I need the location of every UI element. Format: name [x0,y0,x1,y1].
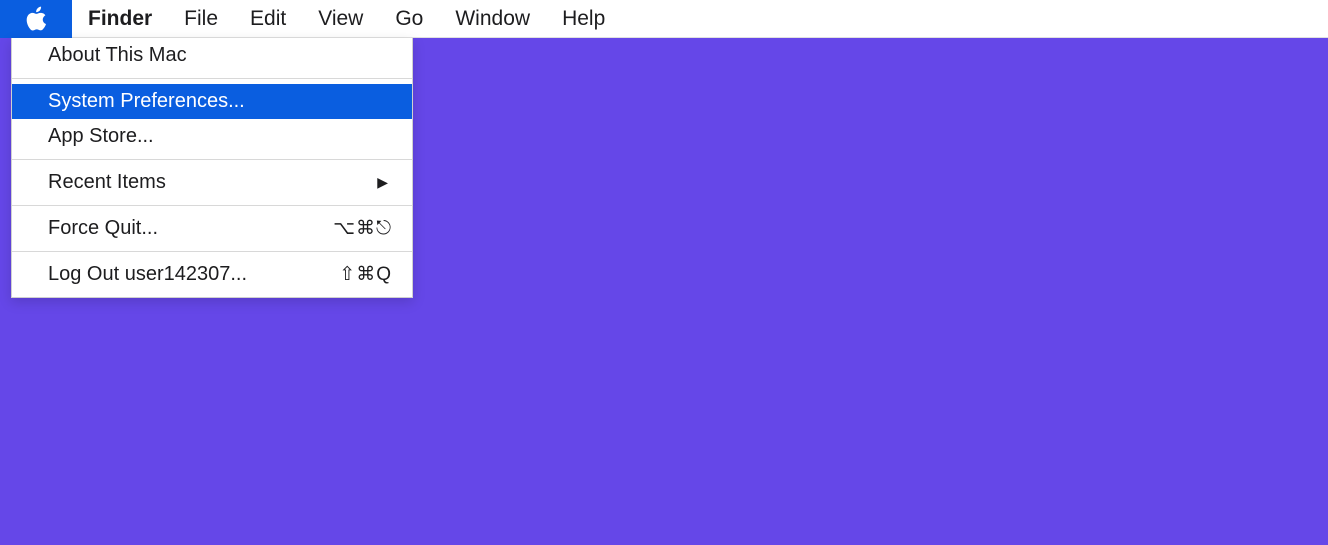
menu-item-app-store[interactable]: App Store... [12,119,412,154]
menu-item-label: System Preferences... [48,90,245,113]
menu-item-log-out[interactable]: Log Out user142307... ⇧⌘Q [12,257,412,292]
keyboard-shortcut: ⇧⌘Q [339,263,392,286]
menubar-item-edit[interactable]: Edit [234,0,302,38]
menu-item-label: App Store... [48,125,154,148]
menu-item-label: About This Mac [48,44,187,67]
menubar: Finder File Edit View Go Window Help [0,0,1328,38]
apple-menu[interactable] [0,0,72,38]
menubar-item-go[interactable]: Go [379,0,439,38]
menu-item-recent-items[interactable]: Recent Items ▶ [12,165,412,200]
menu-separator [12,159,412,160]
menu-separator [12,205,412,206]
menu-item-about-this-mac[interactable]: About This Mac [12,38,412,73]
menu-item-label: Log Out user142307... [48,263,247,286]
menubar-app-name[interactable]: Finder [72,0,168,38]
menu-item-label: Force Quit... [48,217,158,240]
menu-item-label: Recent Items [48,171,166,194]
menubar-item-window[interactable]: Window [439,0,546,38]
menu-item-force-quit[interactable]: Force Quit... ⌥⌘⎋ [12,211,412,246]
submenu-arrow-icon: ▶ [377,174,392,191]
menu-separator [12,251,412,252]
menubar-item-file[interactable]: File [168,0,234,38]
menu-separator [12,78,412,79]
apple-menu-dropdown: About This Mac System Preferences... App… [11,38,413,298]
menubar-item-view[interactable]: View [302,0,379,38]
menu-item-system-preferences[interactable]: System Preferences... [12,84,412,119]
apple-logo-icon [25,6,47,32]
menubar-item-help[interactable]: Help [546,0,621,38]
keyboard-shortcut: ⌥⌘⎋ [333,217,392,240]
